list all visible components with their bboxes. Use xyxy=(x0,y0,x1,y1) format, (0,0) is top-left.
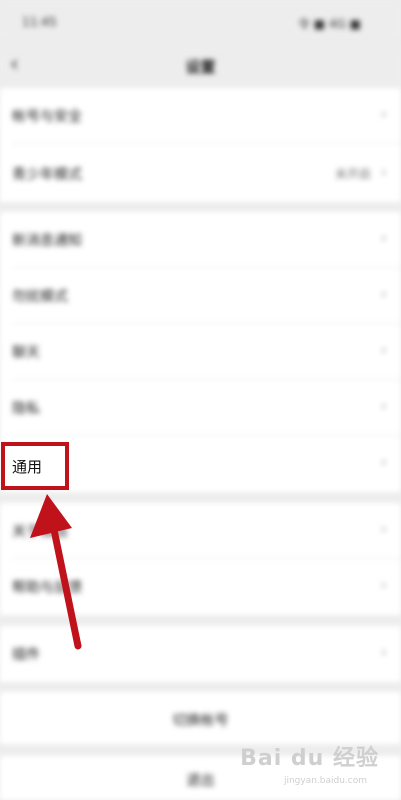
annotation-arrow-icon xyxy=(30,494,82,650)
arrow-shaft xyxy=(48,516,82,650)
watermark-logo: Bai du 经验 xyxy=(240,746,379,771)
arrow-head xyxy=(30,494,72,538)
watermark-url: jingyan.baidu.com xyxy=(283,776,367,786)
